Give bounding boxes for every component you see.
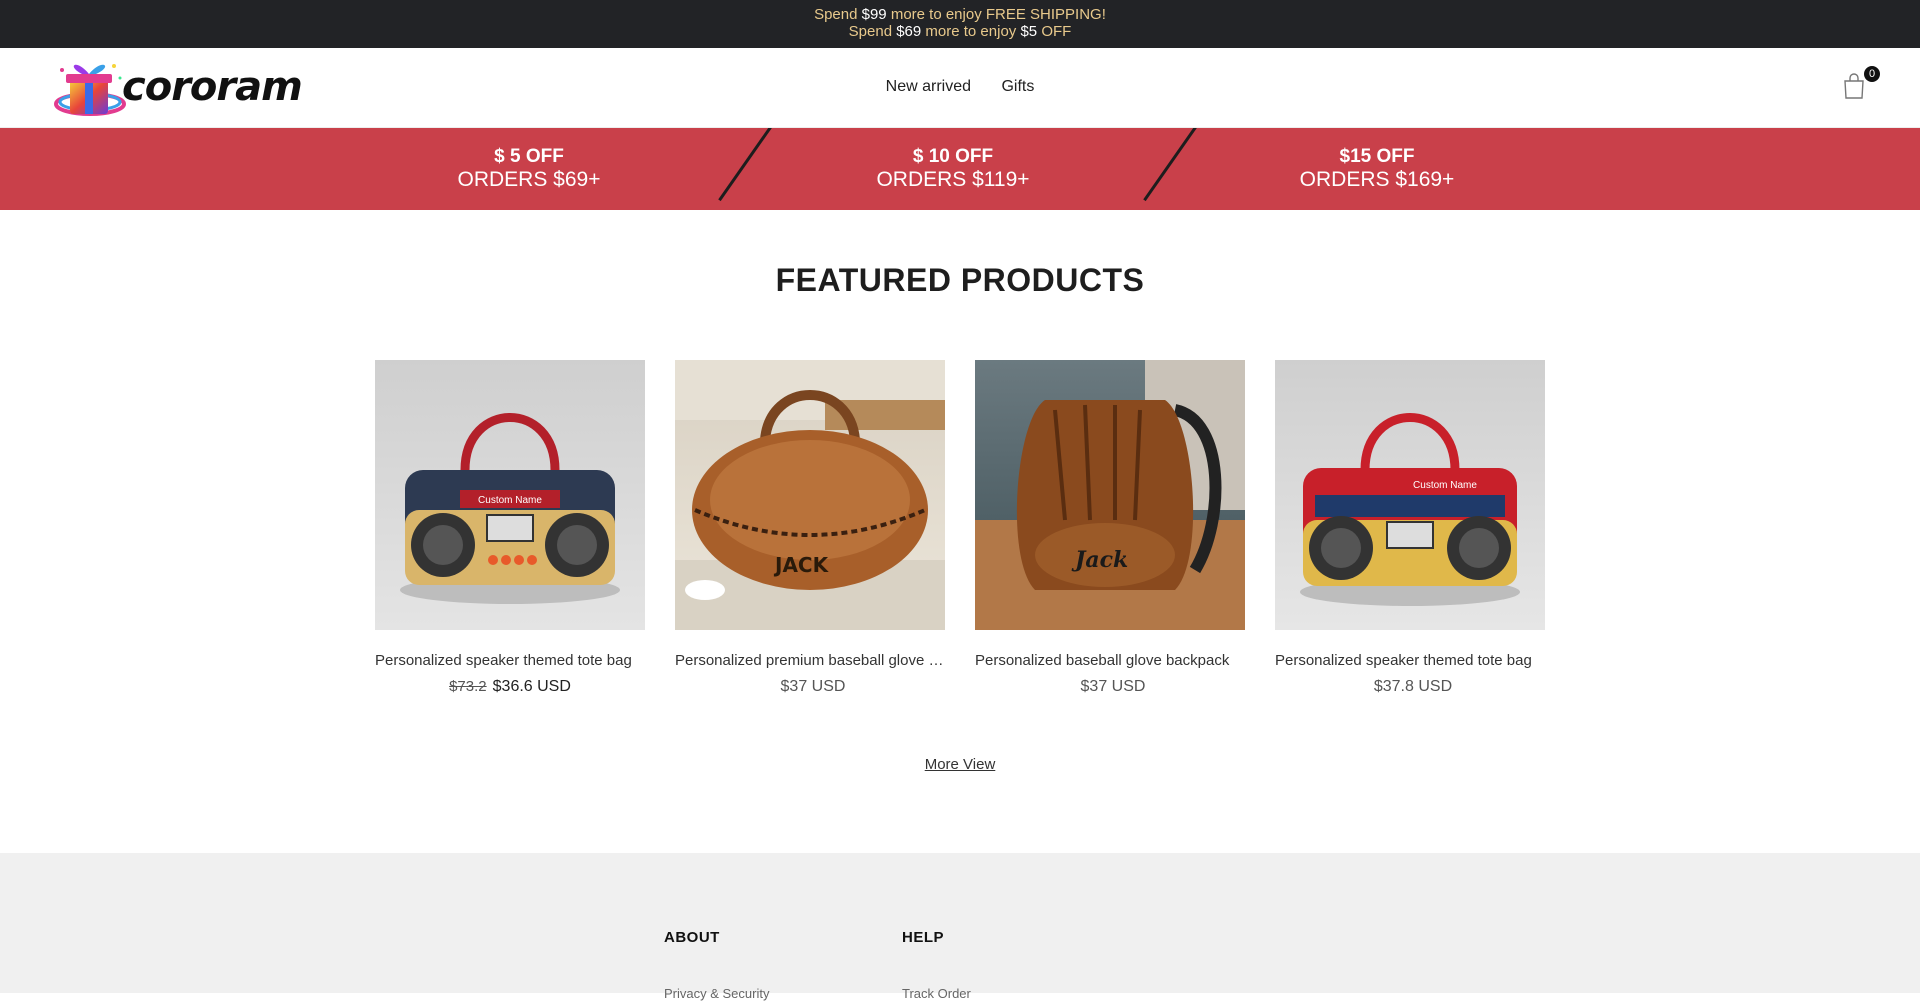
sale-price: $37 USD — [1080, 678, 1146, 695]
product-card[interactable]: JACK Personalized premium baseball glove… — [675, 360, 945, 696]
product-price: $37 USD — [675, 678, 945, 696]
promo-tier-1: $ 5 OFF ORDERS $69+ — [379, 146, 679, 192]
promo-discount: $15 OFF — [1339, 146, 1415, 167]
product-title[interactable]: Personalized baseball glove backpack — [975, 652, 1245, 669]
promo-threshold: ORDERS $119+ — [876, 168, 1030, 191]
sale-price: $36.6 USD — [492, 678, 571, 695]
announcement-bar: Spend $99 more to enjoy FREE SHIPPING! S… — [0, 0, 1920, 48]
promo-divider — [1143, 128, 1199, 202]
announcement-text: OFF — [1037, 23, 1072, 40]
promo-divider — [718, 128, 774, 202]
promo-discount: $ 5 OFF — [494, 146, 564, 167]
announcement-amount: $99 — [861, 6, 887, 23]
announcement-text: more to enjoy — [921, 23, 1021, 40]
site-footer: ABOUT Privacy & Security HELP Track Orde… — [0, 853, 1920, 1001]
announcement-amount: $69 — [896, 23, 922, 40]
footer-link[interactable]: Track Order — [902, 986, 971, 1001]
shopping-bag-icon — [1844, 73, 1864, 99]
announcement-text: more to enjoy FREE SHIPPING! — [886, 6, 1106, 23]
promo-banner: $ 5 OFF ORDERS $69+ $ 10 OFF ORDERS $119… — [0, 128, 1920, 210]
site-header: cororam New arrived Gifts 0 — [0, 48, 1920, 128]
promo-tier-3: $15 OFF ORDERS $169+ — [1227, 146, 1527, 192]
product-price: $37 USD — [975, 678, 1245, 696]
promo-tier-2: $ 10 OFF ORDERS $119+ — [803, 146, 1103, 192]
product-title[interactable]: Personalized speaker themed tote bag — [375, 652, 645, 669]
product-title[interactable]: Personalized premium baseball glove duff… — [675, 652, 945, 669]
product-price: $37.8 USD — [1275, 678, 1545, 696]
footer-heading: ABOUT — [664, 929, 720, 946]
announcement-line-2: Spend $69 more to enjoy $5 OFF — [0, 23, 1920, 40]
nav-gifts[interactable]: Gifts — [1001, 78, 1034, 95]
cart-count-badge: 0 — [1864, 66, 1880, 82]
product-card[interactable]: Custom Name Personalized speaker themed … — [1275, 360, 1545, 696]
sale-price: $37.8 USD — [1373, 678, 1453, 695]
announcement-amount: $5 — [1020, 23, 1038, 40]
footer-column-help: HELP Track Order — [902, 929, 971, 1001]
footer-column-about: ABOUT Privacy & Security — [664, 929, 769, 1001]
footer-link[interactable]: Privacy & Security — [664, 986, 769, 1001]
svg-text:Custom Name: Custom Name — [1413, 480, 1477, 491]
announcement-text: Spend — [848, 23, 897, 40]
announcement-text: Spend — [814, 6, 862, 23]
svg-text:Jack: Jack — [1071, 547, 1128, 573]
announcement-line-1: Spend $99 more to enjoy FREE SHIPPING! — [0, 6, 1920, 23]
promo-threshold: ORDERS $169+ — [1299, 168, 1455, 191]
product-title[interactable]: Personalized speaker themed tote bag — [1275, 652, 1545, 669]
featured-products-heading: FEATURED PRODUCTS — [775, 262, 1145, 298]
product-image[interactable]: Custom Name — [1275, 360, 1545, 630]
nav-new-arrived[interactable]: New arrived — [886, 78, 971, 95]
sale-price: $37 USD — [780, 678, 846, 695]
product-image[interactable]: JACK — [675, 360, 945, 630]
more-view-link[interactable]: More View — [925, 756, 996, 773]
footer-heading: HELP — [902, 929, 945, 946]
product-image[interactable]: Jack — [975, 360, 1245, 630]
product-card[interactable]: Jack Personalized baseball glove backpac… — [975, 360, 1245, 696]
compare-at-price: $73.2 — [449, 678, 487, 695]
promo-discount: $ 10 OFF — [912, 146, 994, 167]
product-card[interactable]: Custom Name Personalized speaker themed … — [375, 360, 645, 696]
product-grid: Custom Name Personalized speaker themed … — [375, 360, 1545, 696]
more-view-container: More View — [0, 756, 1920, 773]
main-nav: New arrived Gifts — [0, 78, 1920, 96]
cart-button[interactable]: 0 — [1842, 66, 1880, 102]
product-image[interactable]: Custom Name — [375, 360, 645, 630]
svg-text:JACK: JACK — [773, 553, 830, 577]
promo-threshold: ORDERS $69+ — [457, 168, 601, 191]
svg-text:Custom Name: Custom Name — [478, 495, 542, 506]
product-price: $73.2 $36.6 USD — [375, 678, 645, 696]
